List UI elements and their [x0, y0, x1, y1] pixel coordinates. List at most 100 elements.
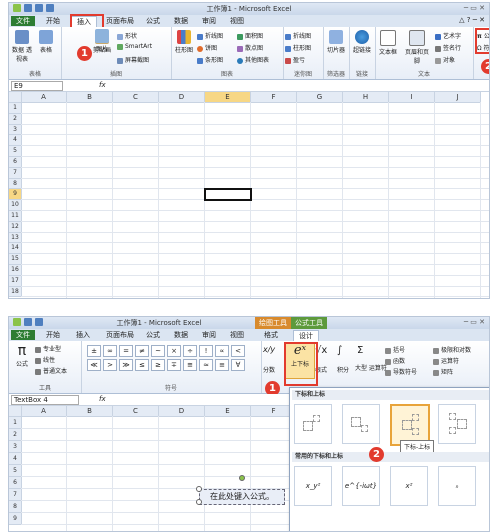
active-cell[interactable]: [204, 188, 252, 202]
column-header[interactable]: G: [297, 92, 343, 103]
sparkline-column-button[interactable]: 柱形图: [285, 43, 311, 52]
window-controls[interactable]: ─ ▭ ✕: [464, 4, 485, 12]
picture-button[interactable]: 图片: [91, 29, 113, 53]
column-chart-button[interactable]: 柱形图: [173, 30, 195, 54]
function-button[interactable]: 函数: [385, 356, 405, 365]
symbol-button[interactable]: !: [199, 345, 213, 357]
pie-chart-button[interactable]: 饼图: [197, 43, 217, 52]
bracket-button[interactable]: 括号: [385, 345, 405, 354]
symbol-button[interactable]: ∞: [103, 345, 117, 357]
tab-view[interactable]: 视图: [225, 16, 249, 26]
symbol-button[interactable]: ~: [151, 345, 165, 357]
tab-file[interactable]: 文件: [11, 330, 35, 340]
normal-text-button[interactable]: 普通文本: [35, 366, 67, 375]
symbol-button[interactable]: ∀: [231, 359, 245, 371]
integral-button[interactable]: ∫: [337, 345, 342, 356]
symbol-button[interactable]: ∓: [167, 359, 181, 371]
accent-button[interactable]: 导数符号: [385, 367, 417, 376]
tab-data[interactable]: 数据: [169, 16, 193, 26]
common-script-tile[interactable]: e^{-iωt}: [342, 466, 380, 506]
column-header[interactable]: F: [251, 92, 297, 103]
help-icon[interactable]: △ ? ─ ✕: [459, 16, 485, 24]
equation-textbox[interactable]: 在此处键入公式。: [199, 489, 285, 505]
area-chart-button[interactable]: 面积图: [237, 31, 263, 40]
symbol-button[interactable]: =: [119, 345, 133, 357]
symbol-button[interactable]: >: [103, 359, 117, 371]
large-operator-button[interactable]: Σ: [357, 345, 363, 356]
sparkline-line-button[interactable]: 折线图: [285, 31, 311, 40]
resize-handle[interactable]: [196, 486, 202, 492]
symbol-button[interactable]: ≫: [119, 359, 133, 371]
column-header[interactable]: D: [159, 406, 205, 417]
select-all-corner[interactable]: [9, 406, 22, 417]
other-chart-button[interactable]: 其他图表: [237, 55, 269, 64]
symbol-button[interactable]: ≅: [183, 359, 197, 371]
sparkline-winloss-button[interactable]: 盈亏: [285, 55, 305, 64]
bar-chart-button[interactable]: 条形图: [197, 55, 223, 64]
table-button[interactable]: 表格: [35, 30, 57, 54]
tab-home[interactable]: 开始: [41, 16, 65, 26]
symbol-button[interactable]: ≥: [151, 359, 165, 371]
common-script-tile[interactable]: ₙ: [438, 466, 476, 506]
tab-formulas[interactable]: 公式: [141, 330, 165, 340]
pivot-table-button[interactable]: 数据 透视表: [11, 30, 33, 63]
fx-icon[interactable]: fx: [99, 395, 106, 403]
column-header[interactable]: D: [159, 92, 205, 103]
column-header[interactable]: E: [205, 92, 251, 103]
left-subscript-superscript-tile[interactable]: [438, 404, 476, 444]
tab-home[interactable]: 开始: [41, 330, 65, 340]
symbol-button[interactable]: ≈: [199, 359, 213, 371]
tab-design[interactable]: 设计: [293, 330, 319, 341]
wordart-button[interactable]: 艺术字: [435, 31, 461, 40]
rotation-handle[interactable]: [239, 475, 245, 481]
scatter-chart-button[interactable]: 散点图: [237, 43, 263, 52]
resize-handle[interactable]: [196, 499, 202, 505]
tab-review[interactable]: 审阅: [197, 16, 221, 26]
tab-data[interactable]: 数据: [169, 330, 193, 340]
professional-button[interactable]: 专业型: [35, 344, 61, 353]
column-header[interactable]: H: [343, 92, 389, 103]
column-header[interactable]: B: [67, 92, 113, 103]
textbox-button[interactable]: 文本框: [377, 30, 399, 56]
screenshot-button[interactable]: 屏幕截图: [117, 55, 149, 64]
limit-log-button[interactable]: 极限和对数: [433, 345, 471, 354]
tab-view[interactable]: 视图: [225, 330, 249, 340]
equation-gallery-button[interactable]: π 公式: [11, 344, 33, 368]
symbol-button[interactable]: ∝: [215, 345, 229, 357]
tab-formulas[interactable]: 公式: [141, 16, 165, 26]
matrix-button[interactable]: 矩阵: [433, 367, 453, 376]
symbol-button[interactable]: ±: [87, 345, 101, 357]
name-box[interactable]: TextBox 4: [11, 395, 79, 405]
symbol-button[interactable]: <: [231, 345, 245, 357]
signature-button[interactable]: 签名行: [435, 43, 461, 52]
tab-review[interactable]: 审阅: [197, 330, 221, 340]
header-footer-button[interactable]: 页眉和页脚: [403, 30, 431, 65]
column-header[interactable]: A: [21, 92, 67, 103]
column-header[interactable]: E: [205, 406, 251, 417]
line-chart-button[interactable]: 折线图: [197, 31, 223, 40]
symbol-button[interactable]: ≠: [135, 345, 149, 357]
select-all-corner[interactable]: [9, 92, 22, 103]
fraction-button[interactable]: x/y: [263, 345, 275, 354]
tab-page-layout[interactable]: 页面布局: [101, 16, 139, 26]
tab-page-layout[interactable]: 页面布局: [101, 330, 139, 340]
common-script-tile[interactable]: x²: [390, 466, 428, 506]
hyperlink-button[interactable]: 超链接: [351, 30, 373, 54]
window-controls[interactable]: ─ ▭ ✕: [464, 318, 485, 326]
linear-button[interactable]: 线性: [35, 355, 55, 364]
name-box[interactable]: E9: [11, 81, 63, 91]
column-header[interactable]: B: [67, 406, 113, 417]
tab-file[interactable]: 文件: [11, 16, 35, 26]
tab-insert[interactable]: 插入: [71, 330, 95, 340]
column-header[interactable]: C: [113, 92, 159, 103]
worksheet-grid[interactable]: A B C D E F G H I J 1 2 3 4 5 6 7 8 9 10 11 12 13 14 15 16 17 18: [9, 92, 489, 298]
operator-button[interactable]: 运算符: [433, 356, 459, 365]
common-script-tile[interactable]: x_y²: [294, 466, 332, 506]
column-header[interactable]: C: [113, 406, 159, 417]
column-header[interactable]: I: [389, 92, 435, 103]
fx-icon[interactable]: fx: [99, 81, 106, 89]
column-header[interactable]: J: [435, 92, 481, 103]
column-header[interactable]: A: [21, 406, 67, 417]
symbol-button[interactable]: ×: [167, 345, 181, 357]
object-button[interactable]: 对象: [435, 55, 455, 64]
